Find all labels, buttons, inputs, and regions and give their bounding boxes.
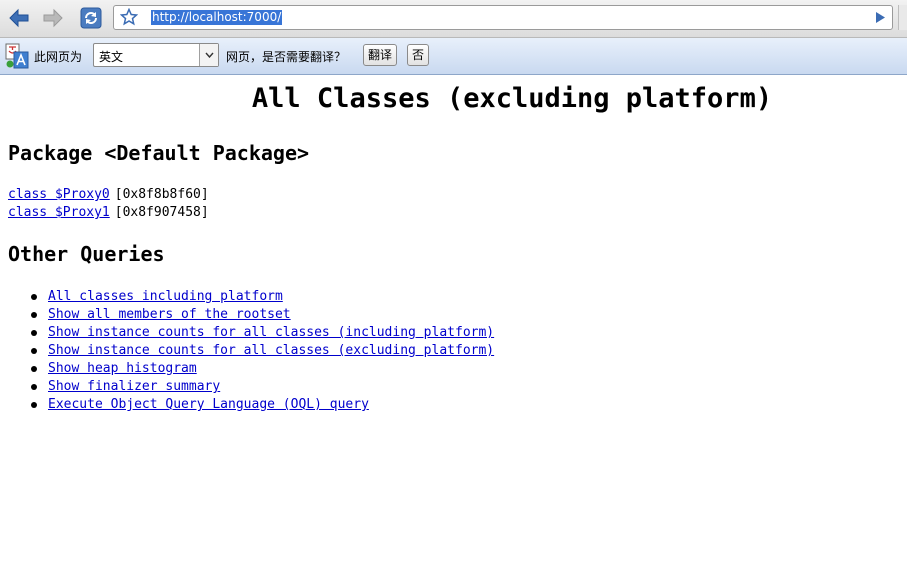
back-button[interactable] bbox=[6, 6, 32, 30]
forward-button[interactable] bbox=[40, 6, 66, 30]
class-address: [0x8f8b8f60] bbox=[114, 187, 209, 202]
page-title: All Classes (excluding platform) bbox=[251, 83, 773, 114]
class-row: class $Proxy1 [0x8f907458] bbox=[8, 204, 209, 222]
bullet-icon bbox=[31, 312, 37, 318]
list-item: Show all members of the rootset bbox=[0, 306, 494, 324]
bullet-icon bbox=[31, 384, 37, 390]
bullet-icon bbox=[31, 402, 37, 408]
go-icon[interactable] bbox=[874, 11, 886, 24]
class-address: [0x8f907458] bbox=[114, 205, 209, 220]
other-queries-heading: Other Queries bbox=[8, 242, 165, 266]
translate-button[interactable]: 翻译 bbox=[363, 44, 398, 66]
no-translate-button[interactable]: 否 bbox=[407, 44, 430, 66]
list-item: Execute Object Query Language (OQL) quer… bbox=[0, 396, 494, 414]
reload-icon bbox=[80, 7, 102, 29]
list-item: Show finalizer summary bbox=[0, 378, 494, 396]
translate-infobar: 此网页为 英文 网页，是否需要翻译？ 翻译 否 bbox=[0, 38, 907, 75]
language-value: 英文 bbox=[99, 50, 124, 64]
bullet-icon bbox=[31, 348, 37, 354]
query-link-all-classes[interactable]: All classes including platform bbox=[48, 289, 283, 304]
reload-button[interactable] bbox=[78, 6, 104, 30]
list-item: Show instance counts for all classes (in… bbox=[0, 324, 494, 342]
bullet-icon bbox=[31, 294, 37, 300]
back-arrow-icon bbox=[9, 8, 29, 28]
translate-question-text: 网页，是否需要翻译？ bbox=[226, 50, 347, 64]
translate-prefix-text: 此网页为 bbox=[34, 50, 83, 64]
bookmark-star-icon[interactable] bbox=[120, 8, 138, 26]
class-link[interactable]: class $Proxy0 bbox=[8, 187, 110, 202]
address-bar[interactable]: http://localhost:7000/ bbox=[113, 5, 893, 30]
query-link-finalizer-summary[interactable]: Show finalizer summary bbox=[48, 379, 220, 394]
query-link-rootset[interactable]: Show all members of the rootset bbox=[48, 307, 291, 322]
list-item: All classes including platform bbox=[0, 288, 494, 306]
chevron-down-icon[interactable] bbox=[199, 44, 218, 66]
list-item: Show instance counts for all classes (ex… bbox=[0, 342, 494, 360]
query-link-heap-histogram[interactable]: Show heap histogram bbox=[48, 361, 197, 376]
url-text[interactable]: http://localhost:7000/ bbox=[151, 10, 283, 25]
package-heading: Package <Default Package> bbox=[8, 141, 310, 165]
bullet-icon bbox=[31, 366, 37, 372]
forward-arrow-icon bbox=[43, 8, 63, 28]
queries-list: All classes including platform Show all … bbox=[0, 288, 494, 414]
query-link-instance-counts-including[interactable]: Show instance counts for all classes (in… bbox=[48, 325, 494, 340]
toolbar-edge bbox=[898, 5, 907, 30]
class-link[interactable]: class $Proxy1 bbox=[8, 205, 110, 220]
language-select[interactable]: 英文 bbox=[93, 43, 219, 67]
list-item: Show heap histogram bbox=[0, 360, 494, 378]
browser-toolbar: http://localhost:7000/ bbox=[0, 0, 907, 38]
query-link-oql[interactable]: Execute Object Query Language (OQL) quer… bbox=[48, 397, 369, 412]
bullet-icon bbox=[31, 330, 37, 336]
query-link-instance-counts-excluding[interactable]: Show instance counts for all classes (ex… bbox=[48, 343, 494, 358]
translate-icon bbox=[5, 43, 29, 69]
class-row: class $Proxy0 [0x8f8b8f60] bbox=[8, 186, 209, 204]
